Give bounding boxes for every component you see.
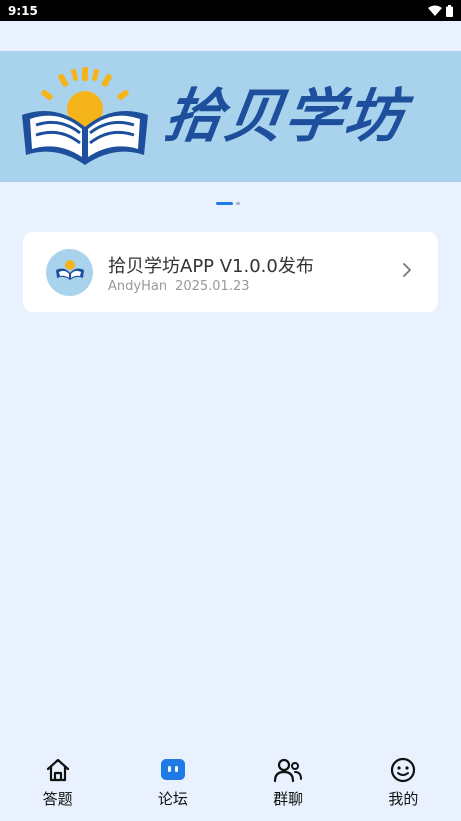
indicator-dot: [236, 201, 240, 205]
tab-forum[interactable]: 论坛: [115, 745, 230, 821]
tab-label: 答题: [42, 790, 73, 808]
status-icons: [428, 4, 453, 17]
tab-group-chat[interactable]: 群聊: [231, 745, 346, 821]
battery-icon: [446, 4, 453, 17]
post-card[interactable]: 拾贝学坊APP V1.0.0发布 AndyHan 2025.01.23: [23, 232, 438, 312]
chevron-right-icon: [403, 263, 411, 277]
bottom-tabbar: 答题 论坛 群聊 我的: [0, 745, 461, 821]
banner-title: 拾贝学坊: [160, 82, 410, 150]
home-icon: [44, 756, 72, 784]
tab-answer[interactable]: 答题: [0, 745, 115, 821]
tab-label: 我的: [388, 790, 419, 808]
forum-icon: [159, 756, 187, 784]
book-sun-logo: [22, 67, 148, 165]
post-title: 拾贝学坊APP V1.0.0发布: [108, 256, 314, 277]
smiley-icon: [389, 756, 417, 784]
wifi-icon: [428, 5, 442, 16]
post-meta: AndyHan 2025.01.23: [108, 279, 250, 294]
post-date: 2025.01.23: [175, 279, 250, 294]
status-bar: 9:15: [0, 0, 461, 21]
tab-mine[interactable]: 我的: [346, 745, 461, 821]
post-author: AndyHan: [108, 279, 168, 294]
indicator-dot-active: [216, 201, 233, 205]
avatar: [46, 249, 93, 296]
group-icon: [274, 756, 303, 784]
tab-label: 群聊: [273, 790, 304, 808]
banner[interactable]: 拾贝学坊: [0, 51, 461, 182]
status-time: 9:15: [8, 3, 38, 18]
carousel-indicator: [216, 201, 240, 205]
avatar-logo: [55, 259, 84, 280]
tab-label: 论坛: [157, 790, 188, 808]
